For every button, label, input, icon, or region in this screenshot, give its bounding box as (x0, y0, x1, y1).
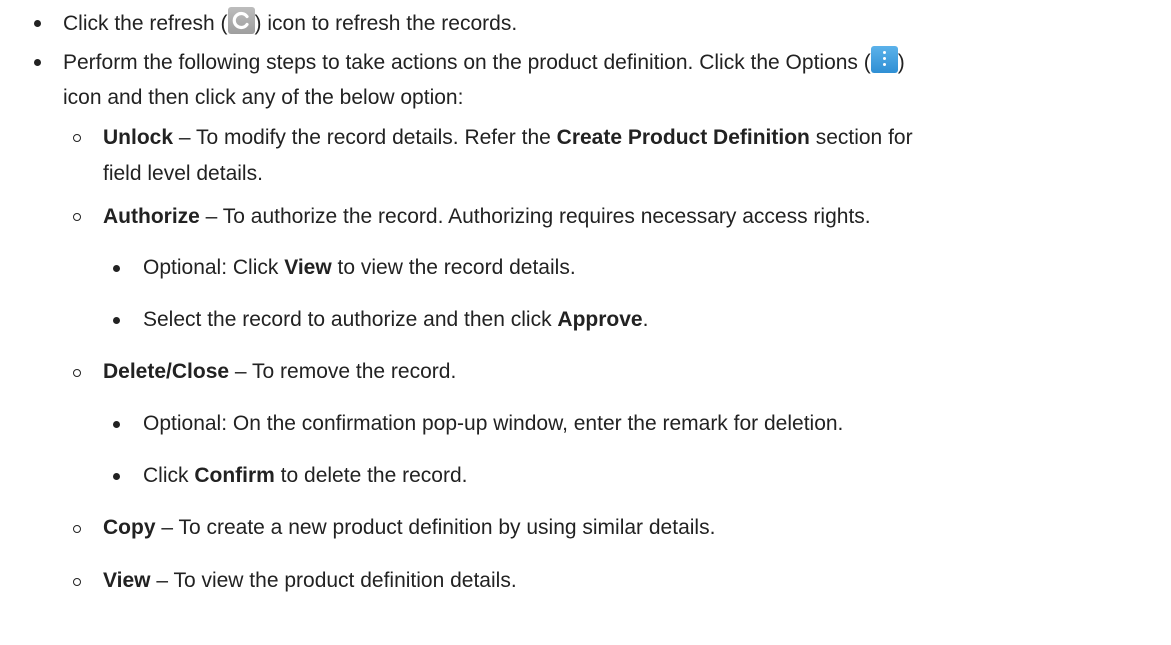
item-text: . (642, 308, 649, 331)
bullet (34, 59, 41, 66)
list-item-approve: Select the record to authorize and then … (143, 302, 648, 338)
list-item-confirm: Click Confirm to delete the record. (143, 458, 467, 494)
item-text: Select the record to authorize and then … (143, 308, 558, 331)
view-label: View (103, 569, 151, 592)
options-icon[interactable] (870, 46, 898, 73)
item-text: Click (143, 464, 195, 487)
item-text: ) (897, 51, 905, 74)
list-item-options: Perform the following steps to take acti… (63, 45, 905, 81)
list-item-remark: Optional: On the confirmation pop-up win… (143, 406, 843, 442)
list-item-authorize: Authorize – To authorize the record. Aut… (103, 199, 871, 235)
list-item-delete: Delete/Close – To remove the record. (103, 354, 456, 390)
delete-label: Delete/Close (103, 360, 230, 383)
list-item-unlock-cont: field level details. (103, 156, 263, 192)
item-text: icon and then click any of the below opt… (63, 86, 464, 109)
item-text: to delete the record. (274, 464, 468, 487)
authorize-label: Authorize (103, 205, 200, 228)
item-text: section for (809, 126, 913, 149)
item-text: – To authorize the record. Authorizing r… (199, 205, 871, 228)
item-text: Click the refresh ( (63, 12, 228, 35)
bullet (113, 421, 120, 428)
item-text: – To create a new product definition by … (155, 516, 716, 539)
list-item-copy: Copy – To create a new product definitio… (103, 510, 715, 546)
item-text: – To modify the record details. Refer th… (173, 126, 557, 149)
item-text: Optional: On the confirmation pop-up win… (143, 412, 844, 435)
circle-bullet (73, 369, 81, 377)
unlock-label: Unlock (103, 126, 174, 149)
item-text: Perform the following steps to take acti… (63, 51, 871, 74)
item-text: – To remove the record. (229, 360, 457, 383)
bullet (113, 265, 120, 272)
item-text: ) icon to refresh the records. (254, 12, 518, 35)
item-text: field level details. (103, 162, 263, 185)
section-ref: Create Product Definition (556, 126, 810, 149)
item-text: – To view the product definition details… (150, 569, 517, 592)
item-text: Optional: Click (143, 256, 285, 279)
circle-bullet (73, 134, 81, 142)
list-item-view: View – To view the product definition de… (103, 563, 517, 599)
list-item-unlock: Unlock – To modify the record details. R… (103, 120, 913, 156)
circle-bullet (73, 578, 81, 586)
circle-bullet (73, 525, 81, 533)
bullet (113, 473, 120, 480)
view-label: View (284, 256, 332, 279)
copy-label: Copy (103, 516, 156, 539)
bullet (113, 317, 120, 324)
circle-bullet (73, 213, 81, 221)
refresh-icon[interactable] (227, 7, 255, 34)
item-text: to view the record details. (331, 256, 576, 279)
approve-label: Approve (557, 308, 643, 331)
list-item-refresh: Click the refresh ( ) icon to refresh the… (63, 6, 517, 42)
list-item-options-cont: icon and then click any of the below opt… (63, 80, 463, 116)
confirm-label: Confirm (194, 464, 275, 487)
bullet (34, 20, 41, 27)
list-item-view-optional: Optional: Click View to view the record … (143, 250, 576, 286)
